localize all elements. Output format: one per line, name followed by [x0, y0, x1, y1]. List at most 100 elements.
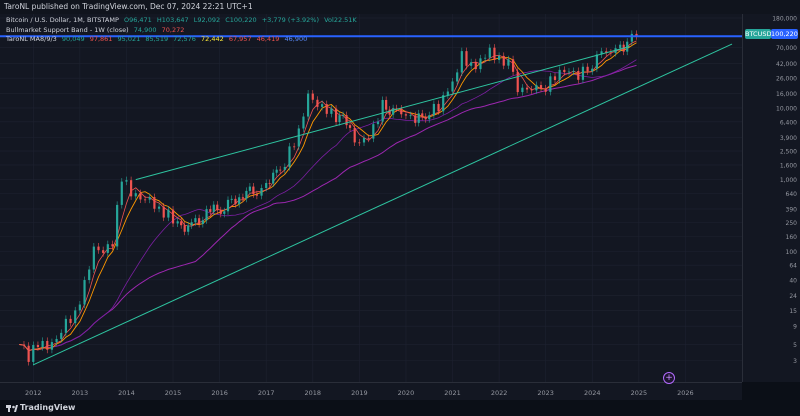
candle-body [338, 115, 341, 123]
candle-body [511, 59, 515, 72]
candle-body [245, 190, 248, 199]
price-axis-canvas: 3 5 9 15 24 40 64 100 160 250 390 640 1,000 1,600 2,50… [772, 16, 798, 365]
price-tick-label: 64 [789, 263, 797, 270]
candle-body [102, 250, 105, 253]
price-tick-label: 160 [786, 234, 798, 241]
legend-ma-title: TaroNL MA8/9/3 [6, 35, 57, 43]
candle-body [381, 99, 384, 122]
legend-ma-value: 85,519 [145, 35, 169, 43]
price-tick-label: 40 [789, 277, 797, 284]
candle-body [32, 345, 35, 362]
price-axis[interactable]: 3 5 9 15 24 40 64 100 160 250 390 640 1,000 1,600 2,50… [742, 14, 800, 382]
candle-body [183, 225, 186, 232]
candle-body [212, 204, 215, 212]
candle-body [283, 166, 286, 170]
publish-header: TaroNL published on TradingView.com, Dec… [0, 0, 800, 14]
chart-area[interactable] [0, 14, 742, 382]
candle-body [400, 108, 403, 115]
candle-body [581, 66, 585, 80]
price-tick-label: 100 [786, 249, 798, 256]
time-tick-label: 2019 [351, 389, 368, 397]
candle-body [409, 115, 412, 117]
candle-body [353, 127, 356, 143]
candle-body [302, 116, 305, 129]
candle-body [497, 55, 501, 60]
candle-body [78, 304, 81, 311]
legend-ma-value: 46,900 [284, 35, 308, 43]
candle-body [272, 172, 275, 184]
candle-body [64, 318, 67, 333]
candle-body [46, 340, 49, 350]
candle-body [502, 55, 505, 66]
candle-body [116, 204, 119, 247]
legend-low: L92,092 [193, 16, 221, 24]
chart-legend: Bitcoin / U.S. Dollar, 1M, BITSTAMP O96,… [6, 16, 360, 45]
price-tick-label: 9 [793, 324, 797, 331]
price-tick-label: 70,000 [776, 45, 797, 52]
legend-ma-value: 90,049 [61, 35, 85, 43]
candle-body [591, 68, 594, 72]
candle-body [388, 109, 391, 115]
candle-body [595, 54, 599, 69]
candle-body [470, 62, 473, 66]
time-tick-label: 2014 [118, 389, 135, 397]
symbol-price-tag: BTCUSD [745, 29, 772, 39]
time-tick-label: 2016 [211, 389, 228, 397]
candle-body [609, 52, 612, 54]
candle-body [348, 125, 352, 128]
legend-change: +3,779 (+3.92%) [261, 16, 320, 24]
legend-ma-value: 95,021 [117, 35, 141, 43]
ma-line-mid [19, 59, 637, 352]
candle-body [428, 115, 431, 120]
add-plus-icon[interactable]: + [663, 372, 675, 384]
candle-body [358, 142, 361, 144]
candle-body [194, 218, 197, 223]
candle-body [157, 206, 161, 209]
candle-body [521, 87, 524, 93]
candle-body [563, 69, 566, 73]
candle-body [223, 211, 226, 214]
candle-body [446, 91, 449, 96]
candle-body [106, 244, 109, 253]
candle-body [180, 221, 183, 226]
candle-body [219, 210, 222, 214]
candle-body [479, 58, 482, 70]
candle-body [372, 124, 375, 139]
candle-body [279, 169, 282, 171]
candle-body [226, 199, 230, 212]
candle-body [143, 199, 147, 201]
candle-body [148, 197, 151, 200]
legend-ma-value: 46,419 [256, 35, 280, 43]
candle-body [36, 345, 40, 348]
candle-body [167, 209, 170, 218]
candle-body [325, 104, 328, 114]
price-tick-label: 1,600 [780, 162, 797, 169]
candle-body [74, 310, 77, 324]
price-tick-label: 15 [789, 308, 797, 315]
candle-body [198, 218, 201, 224]
candle-body [252, 186, 255, 195]
price-tick-label: 180,000 [772, 16, 797, 23]
legend-symbol: Bitcoin / U.S. Dollar, 1M, BITSTAMP [6, 16, 119, 24]
time-tick-label: 2012 [25, 389, 42, 397]
last-price-tag: 100,220 [771, 29, 798, 39]
candle-body [176, 221, 179, 224]
candle-body [111, 244, 114, 247]
legend-ma-value: 72,442 [201, 35, 224, 43]
candle-body [275, 169, 278, 173]
candle-body [55, 338, 58, 343]
candle-body [488, 47, 491, 58]
candle-body [288, 146, 291, 167]
time-tick-label: 2015 [165, 389, 182, 397]
candle-body [424, 116, 427, 120]
legend-band-row: Bullmarket Support Band - 1W (close) 74,… [6, 26, 360, 36]
time-axis[interactable]: 2012 2013 2014 2015 2016 2017 2018 2019 2020 2021… [0, 382, 742, 400]
candle-body [139, 193, 142, 200]
price-tick-label: 6,400 [780, 119, 797, 126]
chart-canvas [0, 14, 742, 382]
time-tick-label: 2023 [537, 389, 554, 397]
legend-ma-value: 72,576 [173, 35, 196, 43]
price-tick-label: 42,000 [776, 61, 797, 68]
candle-body [630, 33, 633, 42]
candle-body [316, 99, 319, 107]
